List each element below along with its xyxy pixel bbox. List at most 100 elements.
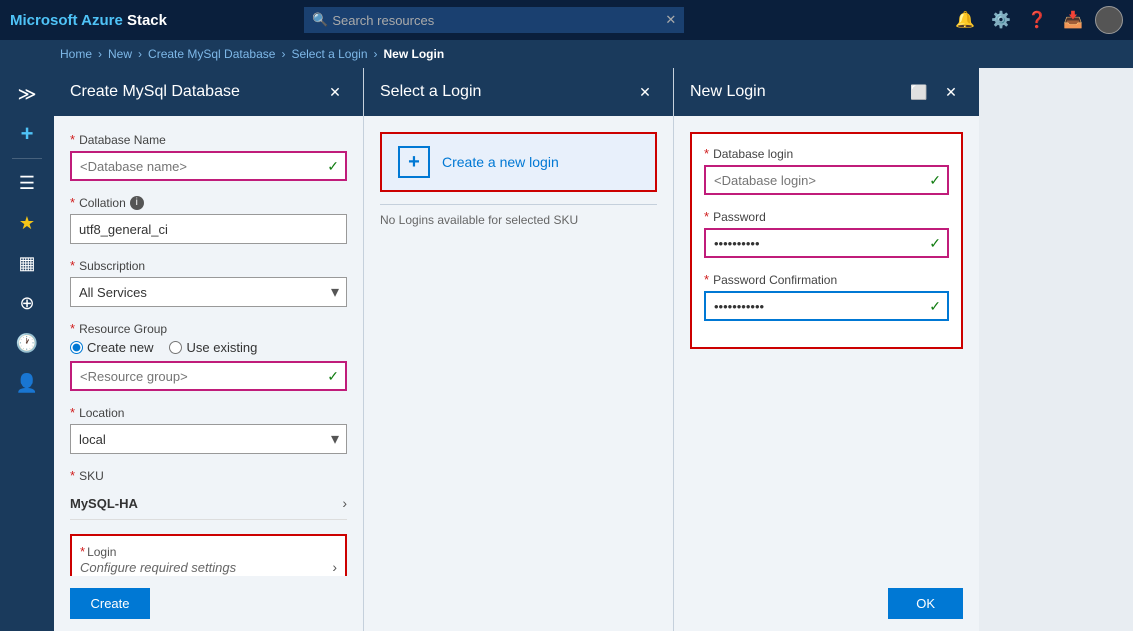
breadcrumb-create-mysql[interactable]: Create MySql Database: [148, 47, 275, 61]
sidebar-divider: [12, 158, 42, 159]
login-section-label: * Login: [80, 544, 337, 559]
panel-new-login: New Login ⬜ ✕ * Database login: [674, 68, 979, 631]
db-login-input-wrap: ✓: [704, 165, 949, 195]
collation-group: * Collation i: [70, 195, 347, 244]
radio-create-new[interactable]: Create new: [70, 340, 153, 355]
main-content: ≫ + ☰ ★ ▦ ⊕ 🕐 👤 Create MySql Database ✕ …: [0, 68, 1133, 631]
sidebar-add-btn[interactable]: +: [7, 116, 47, 152]
avatar[interactable]: [1095, 6, 1123, 34]
database-name-group: * Database Name ✓: [70, 132, 347, 181]
panel-select-icons: ✕: [633, 80, 657, 104]
search-input[interactable]: [304, 7, 684, 33]
sku-chevron-icon: ›: [342, 495, 347, 511]
panel-create-mysql: Create MySql Database ✕ * Database Name …: [54, 68, 364, 631]
select-divider: [380, 204, 657, 205]
breadcrumb-select-login[interactable]: Select a Login: [291, 47, 367, 61]
breadcrumb-new-login: New Login: [384, 47, 445, 61]
sidebar-collapse-btn[interactable]: ≫: [7, 76, 47, 112]
panel-newlogin-footer: OK: [674, 576, 979, 631]
sidebar-dashboard-btn[interactable]: ▦: [7, 245, 47, 281]
panel-select-body: + Create a new login No Logins available…: [364, 116, 673, 631]
collation-input[interactable]: [70, 214, 347, 244]
location-select[interactable]: local: [70, 424, 347, 454]
create-button[interactable]: Create: [70, 588, 150, 619]
password-confirm-label: * Password Confirmation: [704, 272, 949, 287]
panel-newlogin-close-icon[interactable]: ✕: [939, 80, 963, 104]
subscription-group: * Subscription All Services: [70, 258, 347, 307]
resource-group-check-icon: ✓: [327, 368, 339, 385]
breadcrumb-new[interactable]: New: [108, 47, 132, 61]
search-bar: 🔍 ✕: [304, 7, 684, 33]
sku-row[interactable]: MySQL-HA ›: [70, 487, 347, 520]
panels-container: Create MySql Database ✕ * Database Name …: [54, 68, 1133, 631]
sidebar-recent-btn[interactable]: 🕐: [7, 325, 47, 361]
collation-info-icon[interactable]: i: [130, 196, 144, 210]
subscription-label: * Subscription: [70, 258, 347, 273]
notification-icon[interactable]: 🔔: [951, 6, 979, 34]
panel-create-title: Create MySql Database: [70, 83, 323, 101]
login-group: * Login Configure required settings ›: [70, 534, 347, 576]
login-configure-text: Configure required settings: [80, 560, 236, 575]
topbar: Microsoft Azure Stack 🔍 ✕ 🔔 ⚙️ ❓ 📥: [0, 0, 1133, 40]
panel-newlogin-maximize-icon[interactable]: ⬜: [907, 80, 931, 104]
database-name-check-icon: ✓: [327, 158, 339, 175]
panel-create-body: * Database Name ✓ * Collation i: [54, 116, 363, 576]
password-confirm-check-icon: ✓: [929, 298, 941, 315]
login-section[interactable]: * Login Configure required settings ›: [70, 534, 347, 576]
panel-create-header: Create MySql Database ✕: [54, 68, 363, 116]
panel-newlogin-header: New Login ⬜ ✕: [674, 68, 979, 116]
panel-select-title: Select a Login: [380, 83, 633, 101]
sidebar-allresources-btn[interactable]: ⊕: [7, 285, 47, 321]
panel-newlogin-title: New Login: [690, 83, 907, 101]
password-check-icon: ✓: [929, 235, 941, 252]
resource-group-input[interactable]: [70, 361, 347, 391]
password-input-wrap: ✓: [704, 228, 949, 258]
help-icon[interactable]: ❓: [1023, 6, 1051, 34]
sidebar-menu-btn[interactable]: ☰: [7, 165, 47, 201]
topbar-icons: 🔔 ⚙️ ❓ 📥: [951, 6, 1123, 34]
resource-group-radio-group: Create new Use existing: [70, 340, 347, 355]
panel-create-icons: ✕: [323, 80, 347, 104]
subscription-select-wrap: All Services: [70, 277, 347, 307]
password-label: * Password: [704, 209, 949, 224]
sku-value: MySQL-HA: [70, 496, 138, 511]
panel-newlogin-body: * Database login ✓ * Password: [674, 116, 979, 576]
database-name-input[interactable]: [70, 151, 347, 181]
password-confirm-input[interactable]: [704, 291, 949, 321]
resource-group-label: * Resource Group: [70, 321, 347, 336]
ok-button[interactable]: OK: [888, 588, 963, 619]
panel-create-close-icon[interactable]: ✕: [323, 80, 347, 104]
resource-group-input-wrap: ✓: [70, 361, 347, 391]
left-sidebar: ≫ + ☰ ★ ▦ ⊕ 🕐 👤: [0, 68, 54, 631]
location-group: * Location local: [70, 405, 347, 454]
panel-create-footer: Create: [54, 576, 363, 631]
radio-use-existing[interactable]: Use existing: [169, 340, 257, 355]
subscription-select[interactable]: All Services: [70, 277, 347, 307]
database-name-input-wrap: ✓: [70, 151, 347, 181]
password-confirm-group: * Password Confirmation ✓: [704, 272, 949, 321]
location-label: * Location: [70, 405, 347, 420]
password-group: * Password ✓: [704, 209, 949, 258]
panel-select-close-icon[interactable]: ✕: [633, 80, 657, 104]
password-confirm-input-wrap: ✓: [704, 291, 949, 321]
settings-icon[interactable]: ⚙️: [987, 6, 1015, 34]
new-login-form-wrap: * Database login ✓ * Password: [690, 132, 963, 349]
password-input[interactable]: [704, 228, 949, 258]
panel-select-header: Select a Login ✕: [364, 68, 673, 116]
search-clear-icon[interactable]: ✕: [665, 12, 676, 28]
create-new-login-btn[interactable]: + Create a new login: [380, 132, 657, 192]
panel-select-login: Select a Login ✕ + Create a new login No…: [364, 68, 674, 631]
search-icon: 🔍: [312, 12, 328, 28]
no-logins-text: No Logins available for selected SKU: [380, 213, 657, 227]
resource-group-group: * Resource Group Create new Use existing: [70, 321, 347, 391]
collation-label: * Collation i: [70, 195, 347, 210]
login-chevron-icon: ›: [332, 559, 337, 575]
sidebar-profile-btn[interactable]: 👤: [7, 365, 47, 401]
plus-icon: +: [398, 146, 430, 178]
breadcrumb-home[interactable]: Home: [60, 47, 92, 61]
feedback-icon[interactable]: 📥: [1059, 6, 1087, 34]
app-title: Microsoft Azure Stack: [10, 12, 167, 29]
db-login-check-icon: ✓: [929, 172, 941, 189]
db-login-input[interactable]: [704, 165, 949, 195]
sidebar-favorites-btn[interactable]: ★: [7, 205, 47, 241]
